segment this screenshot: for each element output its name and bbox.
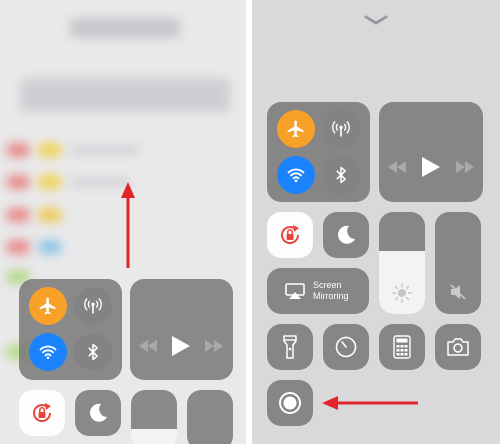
brightness-level <box>131 429 177 444</box>
wifi-icon <box>39 345 57 360</box>
bluetooth-toggle[interactable] <box>74 333 112 371</box>
screen-mirroring-button[interactable]: Screen Mirroring <box>267 268 369 314</box>
airplane-mode-toggle[interactable] <box>29 287 67 325</box>
camera-icon <box>447 338 469 356</box>
blurred-row-icon <box>6 143 30 157</box>
rotation-lock-toggle[interactable] <box>19 390 65 436</box>
rewind-icon <box>388 161 406 173</box>
blurred-row-icon <box>38 143 62 157</box>
screen-mirroring-label: Screen Mirroring <box>313 280 349 302</box>
blurred-row-text <box>70 145 140 155</box>
flashlight-button[interactable] <box>267 324 313 370</box>
fast-forward-icon <box>456 161 474 173</box>
volume-slider[interactable] <box>187 390 233 444</box>
left-screenshot-panel <box>0 0 246 444</box>
blurred-row-icon <box>38 240 62 254</box>
do-not-disturb-toggle[interactable] <box>75 390 121 436</box>
rotation-lock-icon <box>33 403 52 422</box>
calculator-icon <box>393 335 411 359</box>
blurred-search-bar <box>20 78 230 112</box>
blurred-row-icon <box>38 175 62 189</box>
fast-forward-icon <box>205 340 223 352</box>
volume-slider[interactable] <box>435 212 481 314</box>
camera-button[interactable] <box>435 324 481 370</box>
timer-icon <box>335 336 357 358</box>
blurred-header <box>70 18 180 38</box>
screen-recording-button[interactable] <box>267 380 313 426</box>
blurred-row-icon <box>6 175 30 189</box>
calculator-button[interactable] <box>379 324 425 370</box>
timer-button[interactable] <box>323 324 369 370</box>
rotation-lock-icon <box>281 225 300 244</box>
wifi-icon <box>287 168 305 183</box>
sun-icon <box>392 283 412 303</box>
brightness-slider[interactable] <box>131 390 177 444</box>
screen-mirroring-label-line2: Mirroring <box>313 291 349 301</box>
bluetooth-toggle[interactable] <box>322 156 360 194</box>
blurred-row-icon <box>6 208 30 222</box>
cellular-antenna-icon <box>332 121 350 137</box>
cellular-data-toggle[interactable] <box>322 110 360 148</box>
speaker-muted-icon <box>450 284 466 300</box>
play-icon <box>422 157 440 177</box>
play-icon <box>172 336 190 356</box>
bluetooth-icon <box>88 343 98 361</box>
airplane-icon <box>287 120 304 138</box>
media-controls-tile <box>130 279 233 380</box>
rotation-lock-toggle[interactable] <box>267 212 313 258</box>
blurred-row-icon <box>6 240 30 254</box>
connectivity-tile <box>19 279 122 380</box>
brightness-slider[interactable] <box>379 212 425 314</box>
airplane-icon <box>39 297 56 315</box>
fast-forward-button[interactable] <box>202 337 226 355</box>
play-button[interactable] <box>168 333 194 359</box>
screen-mirroring-label-line1: Screen <box>313 280 342 290</box>
cellular-antenna-icon <box>84 298 102 314</box>
do-not-disturb-toggle[interactable] <box>323 212 369 258</box>
rewind-button[interactable] <box>385 158 409 176</box>
blurred-row-icon <box>38 208 62 222</box>
bluetooth-icon <box>336 166 346 184</box>
moon-icon <box>90 403 107 422</box>
moon-icon <box>338 225 355 244</box>
media-controls-tile <box>379 102 483 202</box>
wifi-toggle[interactable] <box>277 156 315 194</box>
right-screenshot-panel: Screen Mirroring <box>252 0 500 444</box>
play-button[interactable] <box>418 154 444 180</box>
cellular-data-toggle[interactable] <box>74 287 112 325</box>
rewind-button[interactable] <box>136 337 160 355</box>
rewind-icon <box>139 340 157 352</box>
fast-forward-button[interactable] <box>453 158 477 176</box>
flashlight-icon <box>283 335 297 359</box>
swipe-up-arrow-icon <box>121 182 135 268</box>
airplay-icon <box>285 283 305 299</box>
screen-record-icon <box>279 392 301 414</box>
connectivity-tile <box>267 102 370 202</box>
chevron-down-icon[interactable] <box>364 14 388 26</box>
wifi-toggle[interactable] <box>29 333 67 371</box>
pointer-arrow-icon <box>322 396 418 410</box>
airplane-mode-toggle[interactable] <box>277 110 315 148</box>
